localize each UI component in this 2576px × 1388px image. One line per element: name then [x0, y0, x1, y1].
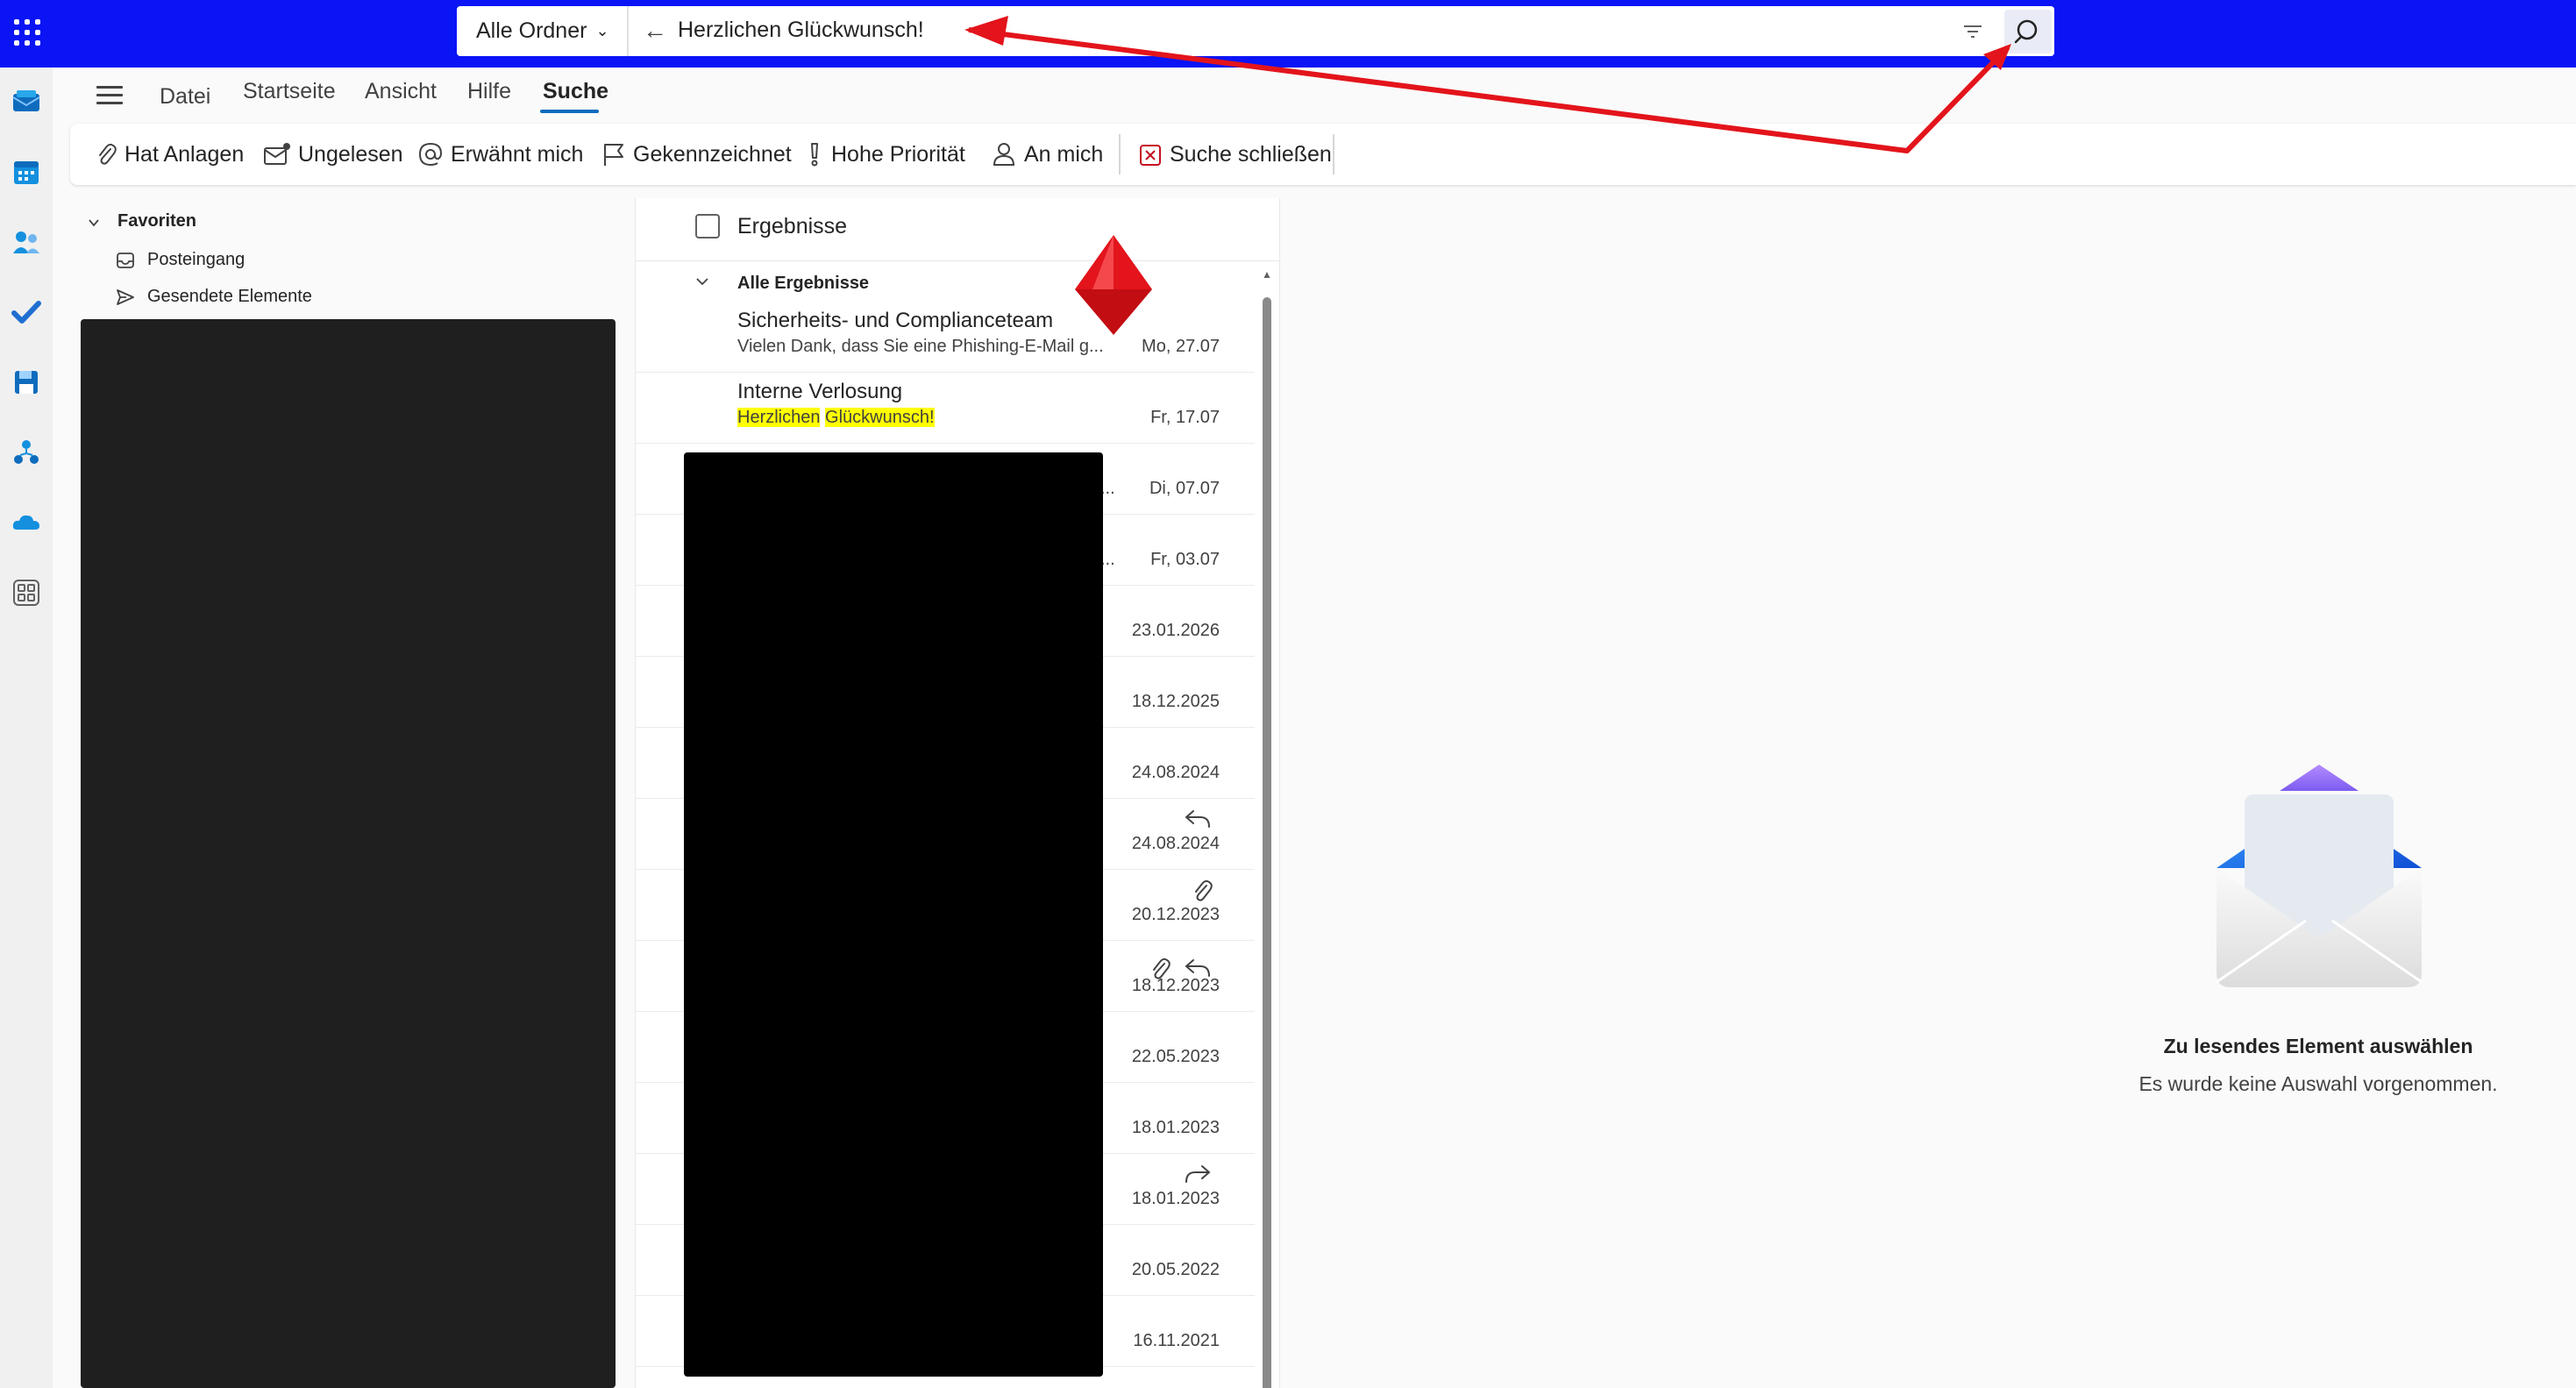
- scroll-up-icon[interactable]: ▲: [1262, 268, 1272, 281]
- redacted-folder-list: [81, 319, 616, 1388]
- exclamation-icon: [811, 143, 818, 167]
- reading-pane-subtitle: Es wurde keine Auswahl vorgenommen.: [2138, 1072, 2498, 1095]
- filter-flagged[interactable]: Gekennzeichnet: [601, 124, 792, 185]
- search-box: Alle Ordner ⌄ ← Herzlichen Glückwunsch!: [457, 6, 2054, 56]
- message-row[interactable]: Interne Verlosung Herzlichen Glückwunsch…: [636, 373, 1255, 444]
- message-date: 22.05.2023: [1131, 1047, 1220, 1066]
- filter-label: Hat Anlagen: [125, 141, 245, 167]
- filter-label: Erwähnt mich: [451, 141, 584, 167]
- save-app-icon[interactable]: [11, 367, 41, 397]
- list-scrollbar[interactable]: [1263, 297, 1271, 1388]
- filter-has-attachments[interactable]: Hat Anlagen: [95, 124, 244, 185]
- filter-unread[interactable]: Ungelesen: [263, 124, 403, 185]
- message-date: 24.08.2024: [1131, 763, 1220, 782]
- tab-ansicht[interactable]: Ansicht: [365, 79, 437, 104]
- filter-label: An mich: [1024, 141, 1104, 167]
- tab-hilfe[interactable]: Hilfe: [467, 79, 511, 104]
- filter-icon[interactable]: [1961, 21, 1984, 42]
- open-envelope-illustration: [2216, 765, 2423, 987]
- paperclip-icon: [99, 143, 117, 165]
- search-highlight: Herzlichen: [737, 408, 821, 427]
- message-date: 18.01.2023: [1131, 1189, 1220, 1208]
- search-scope-label: Alle Ordner: [476, 18, 587, 43]
- close-icon: [1140, 145, 1161, 166]
- chevron-down-icon: [696, 278, 708, 286]
- search-highlight: Glückwunsch!: [825, 408, 935, 427]
- message-preview: Vielen Dank, dass Sie eine Phishing-E-Ma…: [737, 337, 1104, 356]
- message-date: 23.01.2026: [1131, 621, 1220, 640]
- message-date: Fr, 03.07: [1150, 550, 1220, 569]
- tab-datei[interactable]: Datei: [160, 84, 210, 110]
- at-icon: [418, 142, 443, 167]
- close-search-button[interactable]: Suche schließen: [1138, 124, 1332, 185]
- flag-icon: [604, 144, 623, 166]
- select-all-checkbox[interactable]: [695, 214, 720, 238]
- folder-gesendete-elemente[interactable]: Gesendete Elemente: [116, 287, 312, 307]
- search-ribbon: Hat Anlagen Ungelesen Erwähnt mich Geken…: [70, 124, 2576, 185]
- message-date: 18.12.2025: [1131, 692, 1220, 711]
- hamburger-menu-icon[interactable]: [96, 86, 123, 104]
- message-date: 18.01.2023: [1131, 1118, 1220, 1137]
- filter-label: Hohe Priorität: [831, 141, 965, 167]
- reading-pane-title: Zu lesendes Element auswählen: [2163, 1035, 2473, 1057]
- send-icon: [117, 288, 134, 305]
- paperclip-icon: [1195, 879, 1213, 901]
- people-app-icon[interactable]: [11, 227, 41, 257]
- list-header: Ergebnisse: [636, 198, 1281, 261]
- message-sender: Interne Verlosung: [737, 380, 903, 403]
- forward-icon: [1185, 1165, 1211, 1183]
- message-date: Di, 07.07: [1149, 479, 1220, 498]
- ribbon-divider: [1119, 134, 1121, 174]
- redacted-message-senders: [684, 452, 1103, 1377]
- ribbon-divider: [1333, 134, 1334, 174]
- filter-to-me[interactable]: An mich: [991, 124, 1103, 185]
- app-launcher-icon[interactable]: [14, 19, 40, 46]
- tab-suche[interactable]: Suche: [543, 79, 608, 104]
- person-icon: [993, 143, 1015, 166]
- unread-mail-icon: [264, 143, 290, 165]
- folder-label: Gesendete Elemente: [147, 287, 312, 306]
- message-sender: Sicherheits- und Complianceteam: [737, 309, 1054, 332]
- message-date: Mo, 27.07: [1142, 337, 1220, 356]
- org-app-icon[interactable]: [11, 438, 41, 467]
- search-input[interactable]: Herzlichen Glückwunsch!: [678, 18, 924, 43]
- todo-app-icon[interactable]: [11, 297, 41, 327]
- favorites-heading[interactable]: Favoriten: [117, 211, 196, 231]
- calendar-app-icon[interactable]: [11, 157, 41, 187]
- reply-icon: [1185, 810, 1210, 828]
- app-rail: [0, 68, 53, 1388]
- back-arrow-icon[interactable]: ←: [643, 17, 667, 45]
- message-date: 18.12.2023: [1131, 976, 1220, 995]
- search-icon: [2014, 19, 2038, 44]
- message-date: 20.12.2023: [1131, 905, 1220, 924]
- message-date: Fr, 17.07: [1150, 408, 1220, 427]
- group-label: Alle Ergebnisse: [737, 274, 870, 293]
- message-date: 16.11.2021: [1133, 1331, 1220, 1350]
- filter-label: Gekennzeichnet: [633, 141, 792, 167]
- inbox-icon: [117, 252, 134, 268]
- top-bar: Alle Ordner ⌄ ← Herzlichen Glückwunsch!: [0, 0, 2576, 68]
- filter-mentions-me[interactable]: Erwähnt mich: [417, 124, 583, 185]
- chevron-down-icon: ⌄: [595, 22, 609, 39]
- message-preview: Herzlichen Glückwunsch!: [737, 408, 935, 428]
- active-tab-indicator: [540, 110, 599, 113]
- list-title: Ergebnisse: [737, 214, 848, 238]
- message-row[interactable]: Sicherheits- und Complianceteam Vielen D…: [636, 302, 1255, 373]
- mail-app-icon[interactable]: [11, 87, 41, 117]
- filter-label: Ungelesen: [298, 141, 403, 167]
- close-search-label: Suche schließen: [1170, 141, 1332, 167]
- message-date: 20.05.2022: [1131, 1260, 1220, 1279]
- group-header[interactable]: Alle Ergebnisse: [636, 261, 1281, 302]
- message-date: 24.08.2024: [1131, 834, 1220, 853]
- folder-label: Posteingang: [147, 250, 246, 269]
- search-button[interactable]: [2004, 10, 2052, 53]
- more-apps-icon[interactable]: [11, 578, 41, 608]
- folder-posteingang[interactable]: Posteingang: [116, 250, 245, 270]
- filter-high-priority[interactable]: Hohe Priorität: [805, 124, 965, 185]
- tab-startseite[interactable]: Startseite: [243, 79, 336, 104]
- search-scope-dropdown[interactable]: Alle Ordner ⌄: [457, 6, 629, 56]
- onedrive-app-icon[interactable]: [11, 508, 41, 537]
- chevron-down-icon[interactable]: [88, 217, 100, 229]
